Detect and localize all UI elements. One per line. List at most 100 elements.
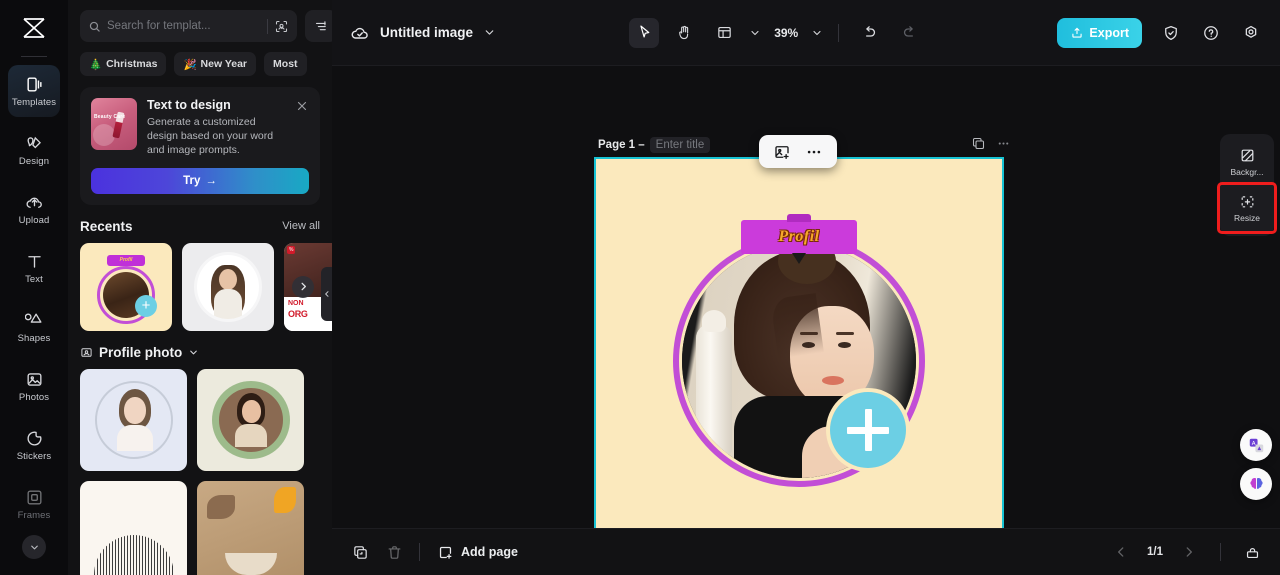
export-icon — [1070, 26, 1084, 40]
close-icon[interactable] — [295, 99, 309, 113]
prev-page-button[interactable] — [1107, 538, 1135, 566]
add-photo-button[interactable] — [830, 392, 906, 468]
text-to-design-card[interactable]: Beauty Care Text to design Generate a cu… — [80, 87, 320, 205]
chevron-left-icon[interactable] — [321, 267, 332, 321]
image-add-icon[interactable] — [771, 141, 793, 163]
page-title-input[interactable]: Enter title — [649, 137, 711, 153]
chevron-right-icon[interactable] — [292, 275, 314, 298]
layout-button[interactable] — [709, 18, 739, 48]
sidebar-item-label: Stickers — [16, 450, 52, 462]
delete-page-button[interactable] — [380, 538, 408, 566]
party-popper-icon: 🎉 — [183, 58, 197, 71]
promo-top: Beauty Care Text to design Generate a cu… — [91, 98, 309, 158]
chip-most[interactable]: Most — [264, 52, 307, 76]
hand-tool-button[interactable] — [669, 18, 699, 48]
timeline-icon[interactable] — [1238, 538, 1266, 566]
profil-label-banner[interactable]: Profil — [741, 220, 857, 254]
sidebar-item-photos[interactable]: Photos — [8, 360, 60, 412]
recents-row: Profil + % NON ORG — [80, 242, 332, 331]
search-input-wrapper[interactable] — [80, 10, 297, 42]
chevron-down-icon[interactable] — [811, 27, 823, 39]
shield-icon[interactable] — [1156, 18, 1186, 48]
settings-icon[interactable] — [1236, 18, 1266, 48]
floating-right-buttons: A — [1240, 429, 1272, 500]
list-item[interactable] — [197, 480, 304, 575]
chevron-down-icon[interactable] — [188, 347, 199, 358]
recents-header: Recents View all — [80, 219, 320, 234]
sidebar-item-text[interactable]: Text — [8, 242, 60, 294]
sidebar-item-upload[interactable]: Upload — [8, 183, 60, 235]
export-button[interactable]: Export — [1057, 17, 1143, 48]
profile-photo-title-group: Profile photo — [80, 345, 199, 360]
rail-divider — [21, 56, 47, 57]
next-page-button[interactable] — [1175, 538, 1203, 566]
floating-image-toolbar — [759, 135, 837, 168]
top-toolbar: Untitled image 39% Export — [332, 0, 1280, 66]
chip-christmas[interactable]: 🎄 Christmas — [80, 52, 167, 76]
sidebar-item-label: Upload — [18, 214, 50, 226]
more-horizontal-icon[interactable] — [996, 136, 1011, 151]
select-tool-button[interactable] — [629, 17, 660, 48]
page-number-label: Page 1 – — [598, 139, 645, 151]
list-item[interactable]: Profil + — [80, 242, 172, 331]
sidebar-item-design[interactable]: Design — [8, 124, 60, 176]
plus-icon: + — [135, 294, 157, 317]
redo-button[interactable] — [894, 18, 924, 48]
svg-text:A: A — [1251, 440, 1255, 446]
capcut-logo-icon[interactable] — [14, 8, 54, 48]
sidebar-item-frames[interactable]: Frames — [8, 478, 60, 530]
page-indicator: 1/1 — [1147, 546, 1163, 558]
image-search-icon[interactable] — [274, 19, 289, 34]
thumb-tag: Profil — [107, 254, 145, 266]
artboard[interactable]: Profil — [594, 157, 1004, 528]
right-tool-panel: Backgr... Resize — [1217, 134, 1277, 236]
more-horizontal-icon[interactable] — [803, 141, 825, 163]
category-chips: 🎄 Christmas 🎉 New Year Most — [80, 52, 320, 76]
chevron-down-icon[interactable] — [483, 26, 496, 39]
add-page-button[interactable]: Add page — [431, 538, 524, 566]
list-item[interactable] — [182, 242, 274, 331]
bottom-toolbar: Add page 1/1 — [332, 528, 1280, 575]
thumb-tag: ORG — [288, 308, 308, 319]
chevron-down-icon[interactable] — [22, 535, 46, 559]
sidebar-item-label: Text — [25, 273, 43, 285]
sidebar-item-label: Shapes — [17, 332, 51, 344]
profile-photo-header[interactable]: Profile photo — [80, 345, 320, 360]
chevron-down-icon[interactable] — [749, 27, 761, 39]
recents-title: Recents — [80, 218, 133, 234]
help-icon[interactable] — [1196, 18, 1226, 48]
list-item[interactable] — [197, 368, 304, 471]
sidebar-item-label: Design — [18, 155, 50, 167]
translate-icon[interactable]: A — [1240, 429, 1272, 461]
zoom-level[interactable]: 39% — [771, 26, 801, 40]
add-page-icon — [437, 544, 454, 561]
view-all-link[interactable]: View all — [282, 220, 320, 232]
sidebar-item-stickers[interactable]: Stickers — [8, 419, 60, 471]
duplicate-icon[interactable] — [971, 136, 986, 151]
background-button[interactable]: Backgr... — [1220, 139, 1274, 185]
duplicate-page-button[interactable] — [346, 538, 374, 566]
canvas-area[interactable]: Page 1 – Enter title Profil Backgr... Re… — [332, 66, 1280, 528]
christmas-tree-icon: 🎄 — [89, 58, 103, 71]
chip-new-year[interactable]: 🎉 New Year — [174, 52, 257, 76]
list-item[interactable] — [80, 368, 187, 471]
sidebar-item-templates[interactable]: Templates — [8, 65, 60, 117]
resize-button[interactable]: Resize — [1217, 182, 1277, 234]
profile-photo-grid — [80, 368, 320, 575]
document-title[interactable]: Untitled image — [380, 25, 473, 40]
toolbar-divider — [838, 23, 840, 42]
filter-icon[interactable] — [305, 10, 332, 42]
pager-divider — [1220, 543, 1221, 561]
promo-thumbnail: Beauty Care — [91, 98, 137, 150]
try-button[interactable]: Try → — [91, 167, 309, 194]
search-input[interactable] — [107, 20, 261, 32]
page-tools — [971, 136, 1011, 151]
undo-button[interactable] — [854, 18, 884, 48]
page-navigation: 1/1 — [1107, 538, 1266, 566]
sidebar-item-shapes[interactable]: Shapes — [8, 301, 60, 353]
list-item[interactable] — [80, 480, 187, 575]
chip-label: New Year — [200, 58, 248, 70]
profile-photo-title: Profile photo — [99, 344, 183, 360]
brain-icon[interactable] — [1240, 468, 1272, 500]
profil-label-text: Profil — [778, 228, 820, 245]
